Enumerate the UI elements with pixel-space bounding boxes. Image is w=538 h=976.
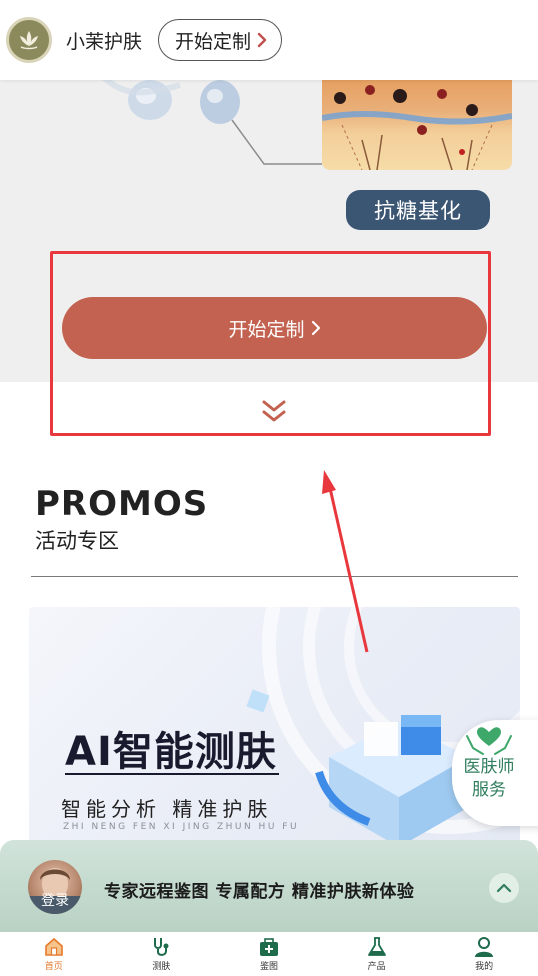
tab-label: 测肤	[152, 962, 171, 972]
chevron-right-icon	[257, 32, 267, 48]
header-customize-button[interactable]: 开始定制	[158, 19, 283, 61]
tab-label: 鉴图	[259, 962, 278, 972]
expand-button[interactable]	[489, 873, 519, 903]
promo-bar-text: 专家远程鉴图 专属配方 精准护肤新体验	[104, 882, 415, 902]
brand-logo[interactable]	[6, 17, 52, 63]
bottom-tab-bar: 首页 测肤 鉴图 产品 我的	[0, 932, 538, 976]
chevron-up-icon	[496, 883, 512, 893]
dermatologist-label: 医肤师服务	[463, 757, 515, 800]
hero-section: 抗糖基化 开始定制	[0, 80, 538, 382]
tab-products[interactable]: 产品	[347, 936, 407, 972]
banner-underline	[65, 773, 279, 775]
page: 小茉护肤 开始定制 抗糖基化 开始定制 PROMOS 活动专区 AI智能测肤 智…	[0, 0, 538, 976]
medkit-icon	[259, 938, 278, 956]
ai-skin-test-banner[interactable]: AI智能测肤 智能分析 精准护肤 ZHI NENG FEN XI JING ZH…	[29, 607, 520, 847]
dermatologist-service-button[interactable]: 医肤师服务	[452, 720, 538, 826]
top-header: 小茉护肤 开始定制	[0, 0, 538, 80]
promos-divider	[31, 576, 518, 577]
expert-promo-bar[interactable]: 登录 专家远程鉴图 专属配方 精准护肤新体验	[0, 840, 538, 932]
stethoscope-icon	[154, 938, 169, 956]
cta-label: 开始定制	[228, 318, 305, 341]
banner-subtitle: 智能分析 精准护肤	[61, 797, 273, 821]
lotus-icon	[20, 31, 38, 50]
header-customize-label: 开始定制	[175, 30, 252, 53]
tab-home[interactable]: 首页	[24, 936, 84, 972]
flask-icon	[367, 937, 386, 956]
promos-title: PROMOS	[35, 484, 209, 524]
promos-subtitle: 活动专区	[35, 529, 119, 553]
tab-mine[interactable]: 我的	[454, 936, 514, 972]
start-customize-button[interactable]: 开始定制	[62, 297, 487, 359]
heart-hands-icon	[466, 727, 512, 755]
tab-label: 产品	[367, 962, 386, 972]
brand-name: 小茉护肤	[66, 30, 143, 53]
tab-skin-test[interactable]: 测肤	[131, 936, 191, 972]
banner-title: AI智能测肤	[65, 729, 277, 775]
user-icon	[475, 937, 494, 957]
tab-label: 首页	[44, 962, 63, 972]
hero-tag-anti-glycation: 抗糖基化	[346, 190, 490, 230]
tab-label: 我的	[475, 962, 494, 972]
home-icon	[44, 937, 63, 956]
double-chevron-down-icon[interactable]	[258, 398, 290, 426]
login-label[interactable]: 登录	[30, 890, 80, 910]
tab-image-review[interactable]: 鉴图	[239, 936, 299, 972]
skin-layer-image	[322, 80, 512, 170]
banner-pinyin: ZHI NENG FEN XI JING ZHUN HU FU	[63, 822, 300, 832]
chevron-right-icon	[311, 320, 320, 336]
